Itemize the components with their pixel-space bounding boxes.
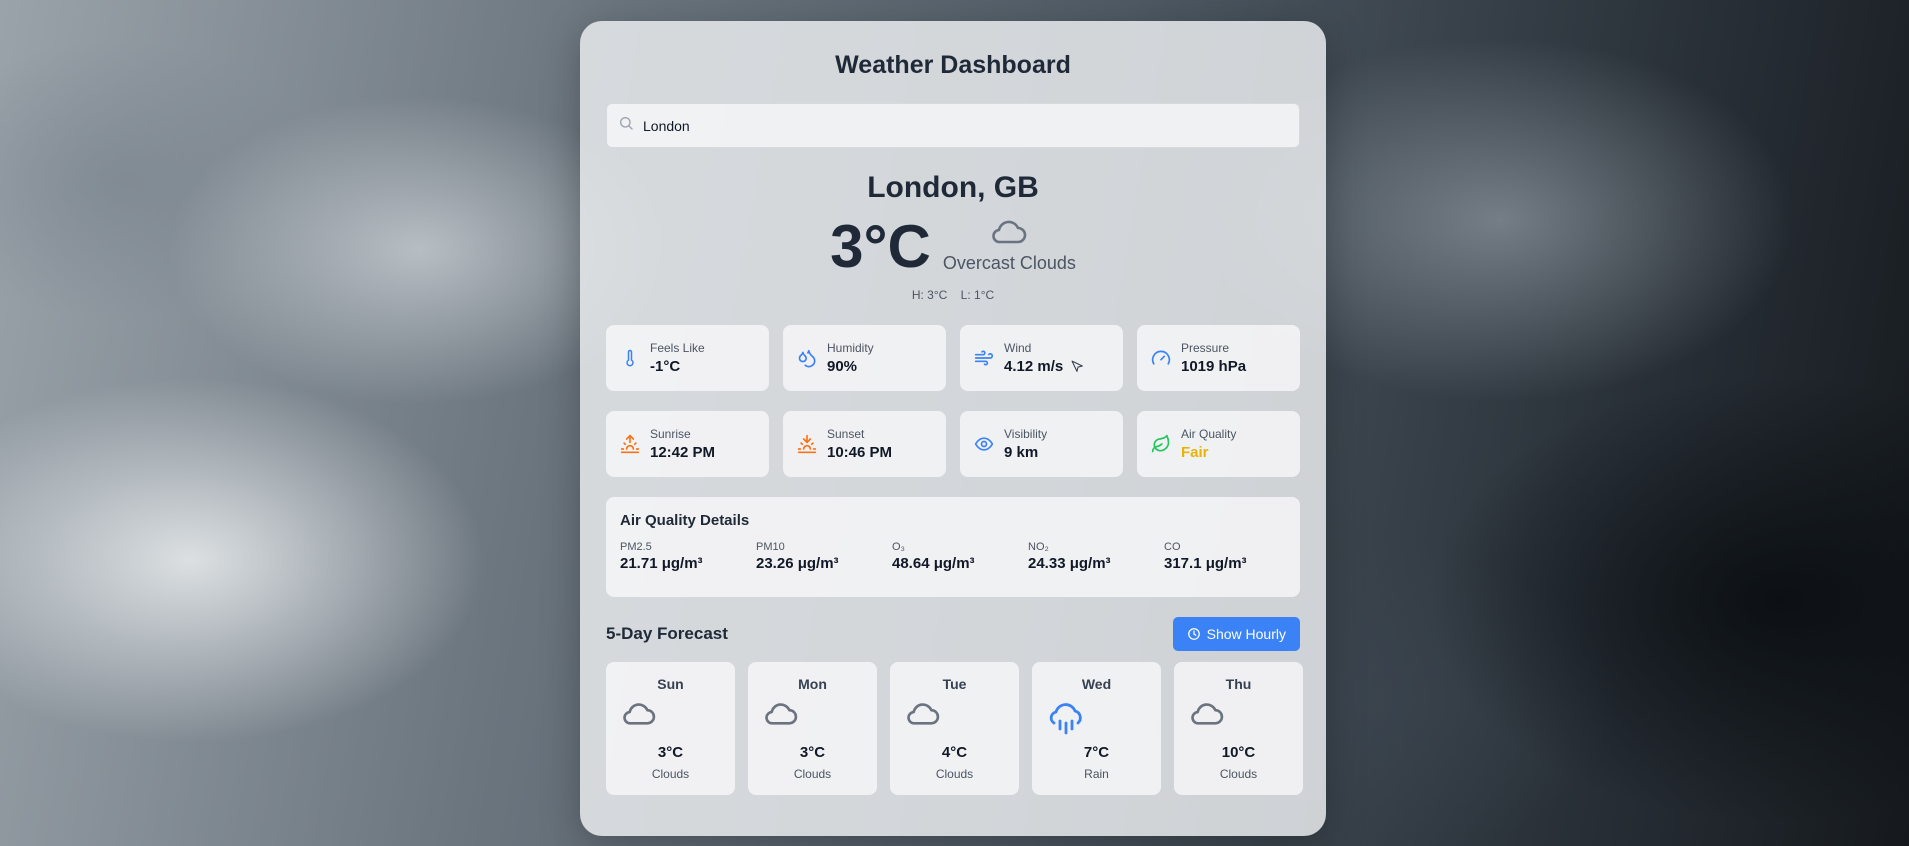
pollutant-no2: NO₂ 24.33 μg/m³	[1028, 541, 1164, 572]
stat-value: 12:42 PM	[650, 444, 716, 461]
pollutant-label: CO	[1164, 541, 1181, 553]
stat-value: 4.12 m/s	[1004, 358, 1064, 375]
forecast-desc: Clouds	[793, 767, 832, 781]
pollutant-value: 21.71 μg/m³	[620, 555, 703, 572]
stat-sunrise: Sunrise 12:42 PM	[606, 411, 769, 477]
forecast-day-name: Wed	[1081, 676, 1112, 692]
forecast-day: Sun 3°C Clouds	[606, 662, 735, 795]
forecast-temp: 10°C	[1221, 744, 1256, 761]
forecast-desc: Clouds	[935, 767, 974, 781]
pollutant-label: O₃	[892, 541, 906, 553]
cloud-icon	[904, 699, 942, 732]
stat-label: Humidity	[827, 341, 874, 355]
stat-visibility: Visibility 9 km	[960, 411, 1123, 477]
stat-label: Pressure	[1181, 341, 1230, 355]
forecast-day: Thu 10°C Clouds	[1174, 662, 1303, 795]
stat-label: Sunrise	[650, 427, 691, 441]
search-bar[interactable]	[606, 103, 1300, 148]
forecast-day-name: Tue	[942, 676, 967, 692]
stat-air-quality: Air Quality Fair	[1137, 411, 1300, 477]
wind-direction-icon	[1071, 360, 1084, 373]
forecast-grid: Sun 3°C Clouds Mon 3°C Clouds Tue 4°C Cl…	[606, 662, 1303, 795]
current-temperature: 3°C	[830, 213, 931, 280]
forecast-temp: 3°C	[657, 744, 684, 761]
stat-label: Air Quality	[1181, 427, 1237, 441]
wind-icon	[974, 348, 994, 368]
pollutant-value: 23.26 μg/m³	[756, 555, 839, 572]
thermometer-icon	[620, 348, 640, 368]
stat-sunset: Sunset 10:46 PM	[783, 411, 946, 477]
cloud-icon	[1188, 699, 1226, 732]
pollutant-co: CO 317.1 μg/m³	[1164, 541, 1300, 572]
condition-text: Overcast Clouds	[942, 253, 1076, 273]
stat-label: Visibility	[1004, 427, 1048, 441]
stat-feels-like: Feels Like -1°C	[606, 325, 769, 391]
gauge-icon	[1151, 348, 1171, 368]
forecast-temp: 4°C	[941, 744, 968, 761]
cloud-rain-icon	[1046, 699, 1086, 742]
sunrise-icon	[620, 434, 640, 454]
search-icon	[618, 115, 634, 136]
wind-value-row: 4.12 m/s	[1004, 358, 1084, 375]
forecast-day-name: Mon	[798, 676, 827, 692]
pollutant-pm25: PM2.5 21.71 μg/m³	[620, 541, 756, 572]
pollutant-value: 48.64 μg/m³	[892, 555, 975, 572]
search-input[interactable]	[643, 117, 1283, 134]
pollutant-label: NO₂	[1028, 541, 1049, 553]
forecast-temp: 3°C	[799, 744, 826, 761]
stat-value: 10:46 PM	[827, 444, 893, 461]
leaf-icon	[1151, 434, 1171, 454]
forecast-title: 5-Day Forecast	[606, 624, 728, 643]
stat-value: 9 km	[1004, 444, 1039, 461]
stat-label: Sunset	[827, 427, 865, 441]
stat-value: 90%	[827, 358, 858, 375]
show-hourly-label: Show Hourly	[1206, 626, 1286, 642]
stat-wind: Wind 4.12 m/s	[960, 325, 1123, 391]
pollutant-o3: O₃ 48.64 μg/m³	[892, 541, 1028, 572]
stat-value: -1°C	[650, 358, 681, 375]
stat-pressure: Pressure 1019 hPa	[1137, 325, 1300, 391]
forecast-desc: Clouds	[1219, 767, 1258, 781]
current-conditions: 3°C Overcast Clouds	[606, 212, 1300, 282]
weather-card: Weather Dashboard London, GB 3°C Overcas…	[580, 21, 1326, 836]
forecast-desc: Rain	[1084, 767, 1109, 781]
aqi-value: Fair	[1181, 444, 1209, 461]
clock-icon	[1187, 627, 1201, 641]
cloud-icon	[620, 699, 658, 732]
high-temp: H: 3°C	[911, 288, 948, 302]
low-temp: L: 1°C	[960, 288, 995, 302]
forecast-day: Mon 3°C Clouds	[748, 662, 877, 795]
location-name: London, GB	[867, 171, 1039, 204]
stats-row-2: Sunrise 12:42 PM Sunset 10:46 PM Visibil…	[606, 411, 1300, 477]
page-title: Weather Dashboard	[835, 51, 1071, 79]
sunset-icon	[797, 434, 817, 454]
air-quality-title: Air Quality Details	[620, 512, 750, 529]
stat-label: Feels Like	[650, 341, 705, 355]
cloud-icon	[762, 699, 800, 732]
pollutant-label: PM10	[756, 541, 785, 553]
stat-label: Wind	[1004, 341, 1032, 355]
pollutant-label: PM2.5	[620, 541, 652, 553]
pollutant-value: 317.1 μg/m³	[1164, 555, 1247, 572]
stat-value: 1019 hPa	[1181, 358, 1247, 375]
pollutant-pm10: PM10 23.26 μg/m³	[756, 541, 892, 572]
air-quality-details: Air Quality Details PM2.5 21.71 μg/m³ PM…	[606, 497, 1300, 597]
forecast-temp: 7°C	[1083, 744, 1110, 761]
forecast-day-name: Thu	[1225, 676, 1252, 692]
forecast-day: Tue 4°C Clouds	[890, 662, 1019, 795]
forecast-day-name: Sun	[657, 676, 684, 692]
show-hourly-button[interactable]: Show Hourly	[1172, 617, 1300, 651]
cloud-icon	[989, 216, 1029, 251]
eye-icon	[974, 434, 994, 454]
high-low: H: 3°C L: 1°C	[606, 288, 1300, 304]
pollutant-value: 24.33 μg/m³	[1028, 555, 1111, 572]
droplets-icon	[797, 348, 817, 368]
stats-row-1: Feels Like -1°C Humidity 90% Wind 4.12 m…	[606, 325, 1300, 391]
stat-humidity: Humidity 90%	[783, 325, 946, 391]
forecast-day: Wed 7°C Rain	[1032, 662, 1161, 795]
forecast-desc: Clouds	[651, 767, 690, 781]
forecast-header: 5-Day Forecast Show Hourly	[606, 617, 1300, 651]
